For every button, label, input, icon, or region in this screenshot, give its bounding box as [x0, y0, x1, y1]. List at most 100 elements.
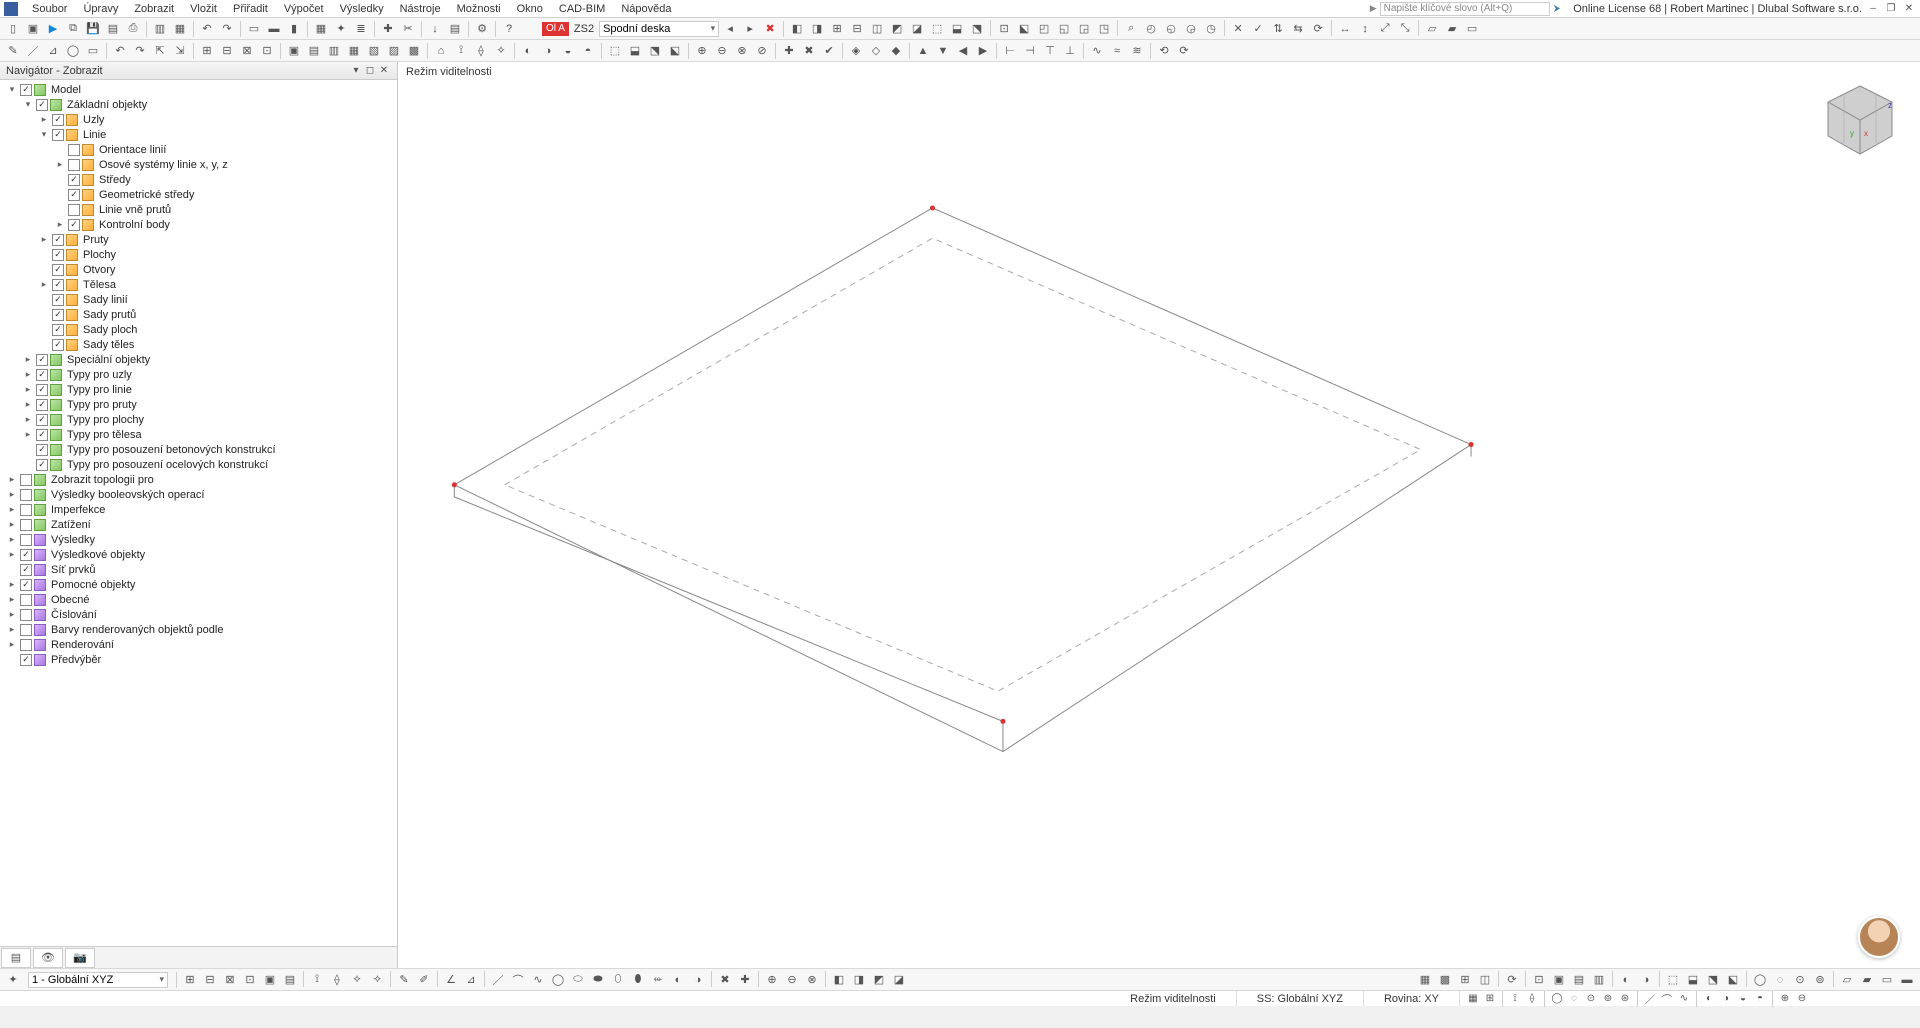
tree-row[interactable]: Sady těles	[0, 337, 397, 352]
tree-checkbox[interactable]	[68, 219, 80, 231]
tree-twisty-icon[interactable]: ▾	[22, 99, 34, 110]
toolbar2-btn-40[interactable]: ⊖	[713, 42, 731, 60]
tree-row[interactable]: Orientace linií	[0, 142, 397, 157]
tree-twisty-icon[interactable]: ▾	[38, 129, 50, 140]
tree-checkbox[interactable]	[36, 384, 48, 396]
toolbar2-btn-49[interactable]: ◇	[867, 42, 885, 60]
toolbar2-btn-24[interactable]: ⌂	[432, 42, 450, 60]
bottom-toolbar-right-btn-26[interactable]: ▰	[1858, 971, 1876, 989]
close-button[interactable]: ✕	[1902, 3, 1916, 14]
menu-item-úpravy[interactable]: Úpravy	[75, 3, 126, 15]
toolbar2-btn-31[interactable]: ◒	[559, 42, 577, 60]
bottom-toolbar-btn-22[interactable]: ⬭	[569, 971, 587, 989]
status-icon-22[interactable]: ⊖	[1795, 992, 1809, 1006]
bottom-toolbar-btn-40[interactable]: ◪	[890, 971, 908, 989]
tree-row[interactable]: ▸Výsledkové objekty	[0, 547, 397, 562]
bottom-toolbar-btn-18[interactable]: ／	[489, 971, 507, 989]
tree-row[interactable]: ▸Číslování	[0, 607, 397, 622]
tree-row[interactable]: Sady linií	[0, 292, 397, 307]
tree-checkbox[interactable]	[52, 339, 64, 351]
menu-item-zobrazit[interactable]: Zobrazit	[126, 3, 182, 15]
bottom-toolbar-btn-27[interactable]: ◐	[669, 971, 687, 989]
toolbar1-btn-24[interactable]: ✕	[1229, 20, 1247, 38]
toolbar1-btn-18[interactable]: ⌕	[1122, 20, 1140, 38]
tree-checkbox[interactable]	[20, 549, 32, 561]
bottom-toolbar-right-btn-21[interactable]: ◌	[1771, 971, 1789, 989]
tree-row[interactable]: Plochy	[0, 247, 397, 262]
help-icon[interactable]: ?	[500, 20, 518, 38]
toolbar2-btn-0[interactable]: ✎	[4, 42, 22, 60]
tree-checkbox[interactable]	[68, 174, 80, 186]
tree-twisty-icon[interactable]: ▸	[38, 234, 50, 245]
toolbar2-btn-9[interactable]: ⇲	[171, 42, 189, 60]
menu-item-cad-bim[interactable]: CAD-BIM	[551, 3, 613, 15]
tree-row[interactable]: ▸Pruty	[0, 232, 397, 247]
toolbar2-btn-52[interactable]: ▲	[914, 42, 932, 60]
toolbar1-btn-12[interactable]: ⬕	[1015, 20, 1033, 38]
menu-item-vložit[interactable]: Vložit	[182, 3, 225, 15]
bottom-toolbar-btn-19[interactable]: ⌒	[509, 971, 527, 989]
toolbar2-btn-19[interactable]: ▦	[345, 42, 363, 60]
tree-twisty-icon[interactable]: ▸	[54, 159, 66, 170]
status-icon-13[interactable]: ⌒	[1660, 992, 1674, 1006]
toolbar2-btn-25[interactable]: ⟟	[452, 42, 470, 60]
tree-checkbox[interactable]	[20, 609, 32, 621]
tree-checkbox[interactable]	[36, 99, 48, 111]
tree-checkbox[interactable]	[20, 654, 32, 666]
toolbar1-btn-6[interactable]: ◪	[908, 20, 926, 38]
toolbar1-btn-14[interactable]: ◱	[1055, 20, 1073, 38]
bottom-toolbar-btn-28[interactable]: ◑	[689, 971, 707, 989]
axes-icon[interactable]: ✦	[332, 20, 350, 38]
toolbar2-btn-39[interactable]: ⊕	[693, 42, 711, 60]
toolbar1-btn-9[interactable]: ⬔	[968, 20, 986, 38]
toolbar1-btn-26[interactable]: ⇅	[1269, 20, 1287, 38]
copy-icon[interactable]: ⧉	[64, 20, 82, 38]
bottom-toolbar-btn-2[interactable]: ⊠	[221, 971, 239, 989]
tree-row[interactable]: ▸Tělesa	[0, 277, 397, 292]
tree-row[interactable]: Předvýběr	[0, 652, 397, 667]
toolbar2-btn-35[interactable]: ⬓	[626, 42, 644, 60]
tree-checkbox[interactable]	[20, 624, 32, 636]
status-icon-3[interactable]: ⟟	[1508, 992, 1522, 1006]
toolbar2-btn-16[interactable]: ▣	[285, 42, 303, 60]
tree-checkbox[interactable]	[36, 429, 48, 441]
bottom-toolbar-btn-34[interactable]: ⊖	[783, 971, 801, 989]
toolbar1-btn-8[interactable]: ⬓	[948, 20, 966, 38]
status-icon-10[interactable]: ⊛	[1618, 992, 1632, 1006]
bottom-toolbar-btn-25[interactable]: ⬮	[629, 971, 647, 989]
tree-checkbox[interactable]	[68, 204, 80, 216]
tree-checkbox[interactable]	[68, 144, 80, 156]
tree-checkbox[interactable]	[52, 279, 64, 291]
bottom-toolbar-btn-3[interactable]: ⊡	[241, 971, 259, 989]
tree-row[interactable]: ▸Obecné	[0, 592, 397, 607]
panel-pin-icon[interactable]: ◻	[363, 65, 377, 76]
open-file-icon[interactable]: ▣	[24, 20, 42, 38]
status-icon-18[interactable]: ◒	[1736, 992, 1750, 1006]
toolbar2-btn-14[interactable]: ⊡	[258, 42, 276, 60]
tree-checkbox[interactable]	[52, 264, 64, 276]
model-canvas[interactable]	[398, 62, 1920, 968]
toolbar2-btn-32[interactable]: ◓	[579, 42, 597, 60]
tree-twisty-icon[interactable]: ▸	[6, 504, 18, 515]
tree-row[interactable]: ▸Zobrazit topologii pro	[0, 472, 397, 487]
toolbar2-btn-63[interactable]: ≈	[1108, 42, 1126, 60]
assistant-avatar[interactable]	[1858, 916, 1900, 958]
tree-checkbox[interactable]	[20, 474, 32, 486]
toolbar1-btn-20[interactable]: ◵	[1162, 20, 1180, 38]
bottom-toolbar-right-btn-0[interactable]: ▦	[1416, 971, 1434, 989]
tree-twisty-icon[interactable]: ▸	[6, 579, 18, 590]
bottom-toolbar-btn-31[interactable]: ✚	[736, 971, 754, 989]
tree-row[interactable]: ▸Pomocné objekty	[0, 577, 397, 592]
tree-checkbox[interactable]	[20, 534, 32, 546]
toolbar2-btn-50[interactable]: ◆	[887, 42, 905, 60]
toolbar2-btn-29[interactable]: ◐	[519, 42, 537, 60]
tree-row[interactable]: ▸Typy pro pruty	[0, 397, 397, 412]
search-submit-icon[interactable]: ⮞	[1554, 3, 1561, 14]
status-icon-21[interactable]: ⊕	[1778, 992, 1792, 1006]
toolbar1-btn-4[interactable]: ◫	[868, 20, 886, 38]
toolbar1-btn-22[interactable]: ◷	[1202, 20, 1220, 38]
tree-checkbox[interactable]	[52, 324, 64, 336]
tree-row[interactable]: Typy pro posouzení ocelových konstrukcí	[0, 457, 397, 472]
toolbar2-btn-42[interactable]: ⊘	[753, 42, 771, 60]
bottom-toolbar-btn-5[interactable]: ▤	[281, 971, 299, 989]
